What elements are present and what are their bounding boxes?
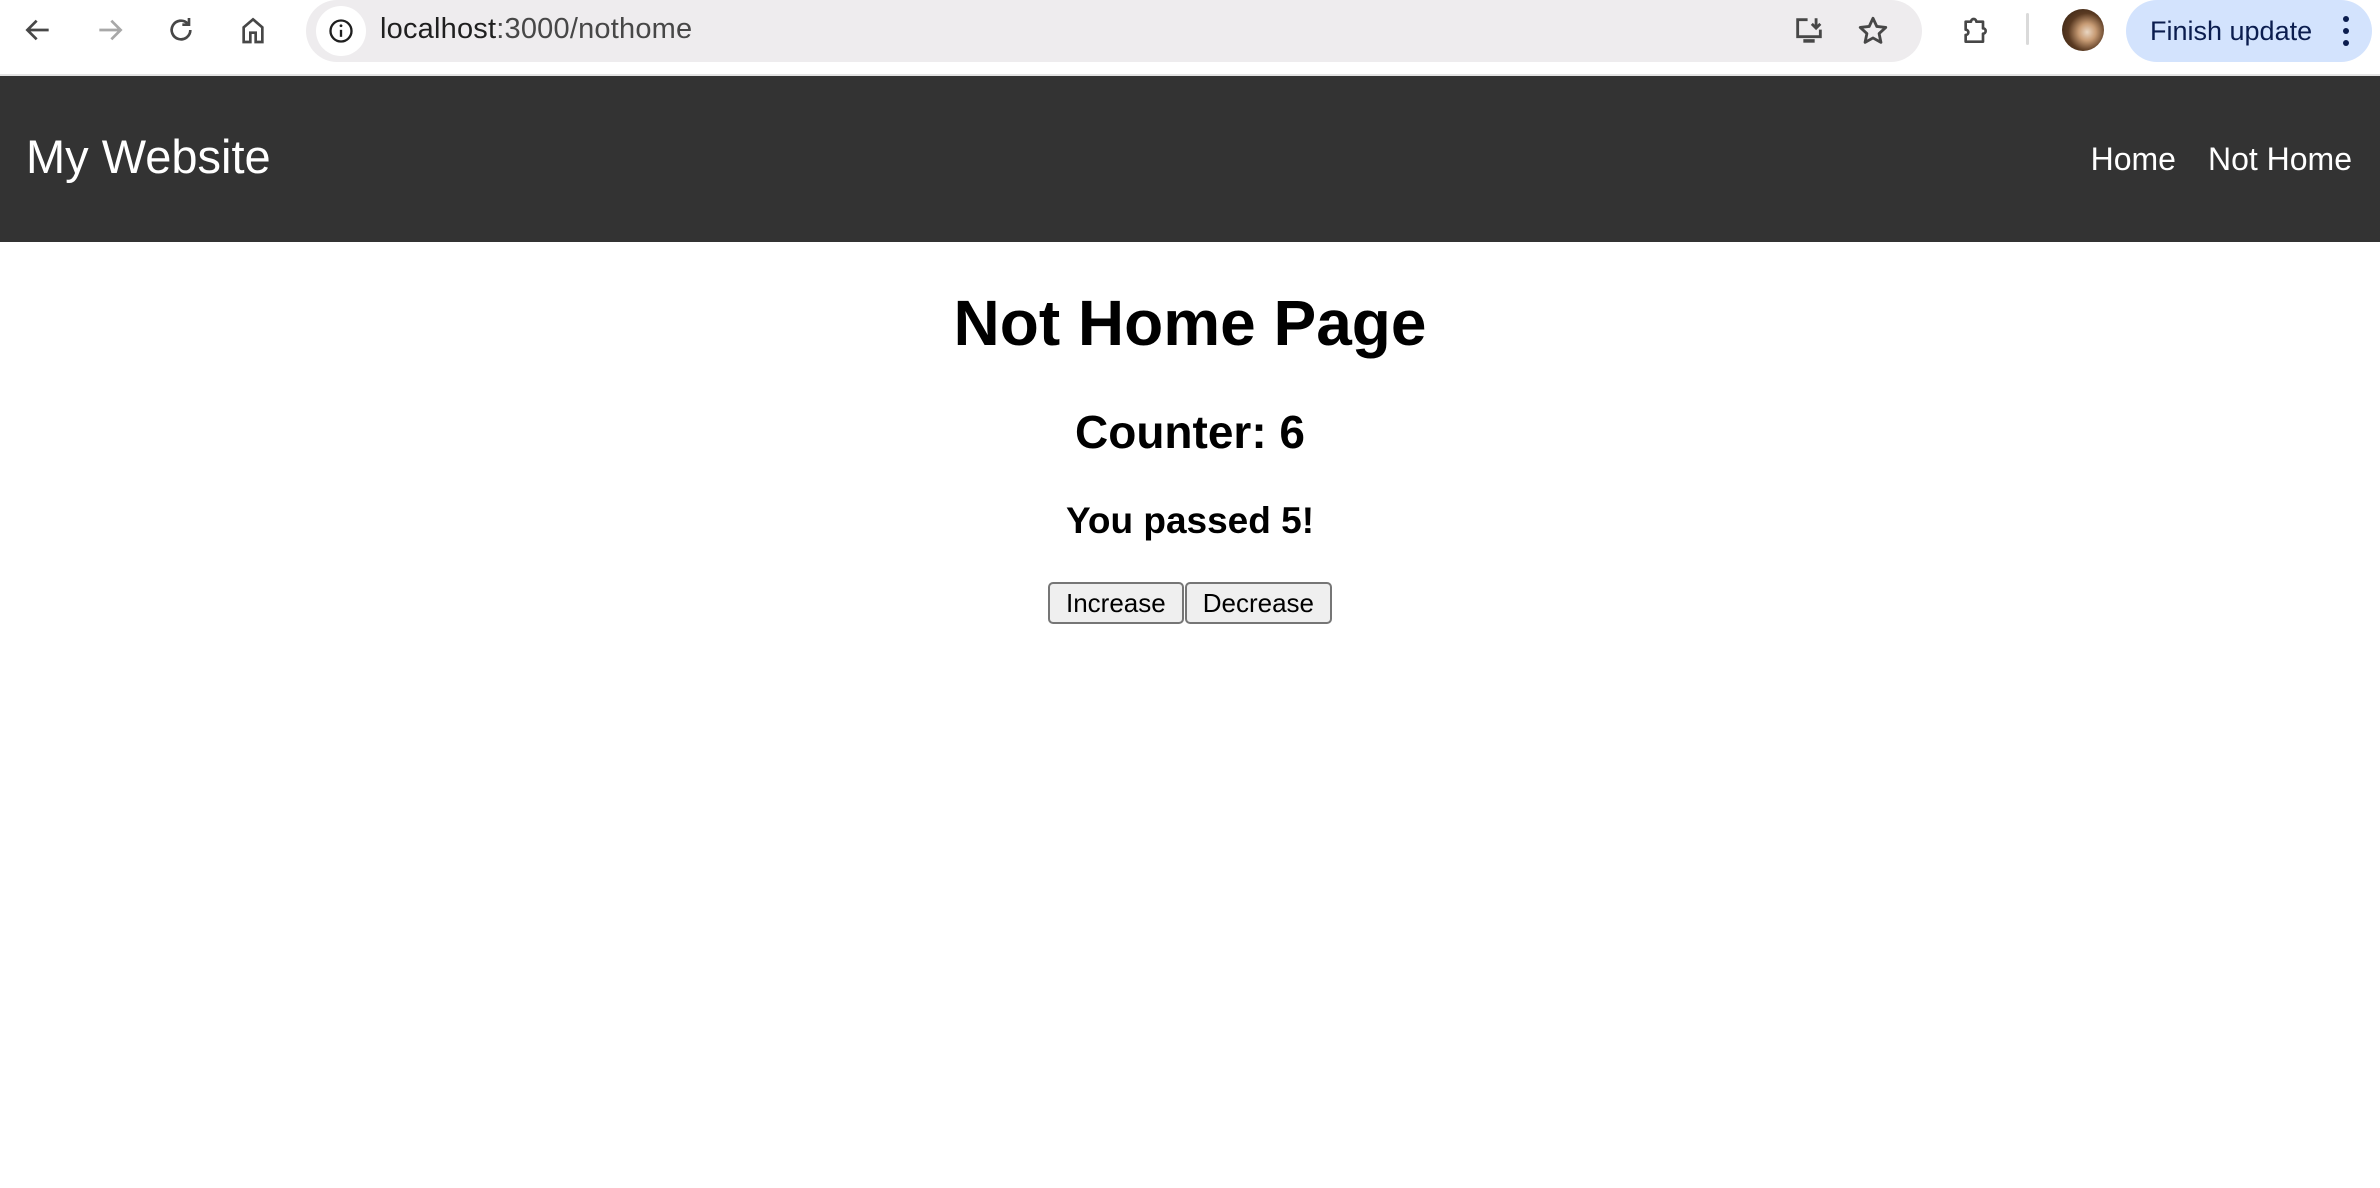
url-host: localhost [380, 13, 497, 45]
counter-display: Counter: 6 [1075, 406, 1305, 458]
site-header: My Website Home Not Home [0, 76, 2380, 242]
site-info-button[interactable] [316, 6, 366, 56]
address-bar[interactable]: localhost:3000/nothome [306, 0, 1922, 62]
reload-button[interactable] [161, 10, 201, 50]
site-logo[interactable]: My Website [26, 129, 271, 184]
home-icon [242, 17, 264, 44]
avatar[interactable] [2062, 9, 2104, 51]
extensions-button[interactable] [1955, 11, 1995, 51]
finish-update-label: Finish update [2150, 15, 2313, 46]
passed-message: You passed 5! [1065, 500, 1315, 541]
arrow-left-icon [25, 19, 49, 41]
home-button[interactable] [233, 10, 273, 50]
install-app-button[interactable] [1789, 11, 1829, 51]
browser-toolbar: localhost:3000/nothome Finish update [0, 0, 2380, 74]
nav-link-not-home[interactable]: Not Home [2208, 141, 2352, 178]
bookmark-button[interactable] [1853, 11, 1893, 51]
url-path: :3000/nothome [496, 13, 693, 45]
arrow-right-icon [99, 19, 123, 41]
toolbar-divider [2026, 13, 2029, 45]
nav-link-home[interactable]: Home [2091, 141, 2176, 178]
kebab-menu-icon[interactable] [2342, 16, 2350, 46]
reload-icon [170, 18, 192, 41]
finish-update-button[interactable]: Finish update [2126, 0, 2372, 62]
info-icon [329, 19, 353, 43]
site-nav: Home Not Home [2091, 141, 2352, 178]
puzzle-icon [1964, 17, 1987, 43]
page-title: Not Home Page [953, 287, 1427, 359]
decrease-button[interactable]: Decrease [1184, 582, 1332, 624]
increase-button[interactable]: Increase [1047, 582, 1184, 624]
url-text[interactable]: localhost:3000/nothome [380, 13, 692, 46]
back-button[interactable] [18, 10, 58, 50]
star-icon [1858, 16, 1888, 44]
forward-button[interactable] [90, 10, 130, 50]
install-app-icon [1796, 18, 1822, 43]
counter-controls: Increase Decrease [0, 582, 2380, 624]
